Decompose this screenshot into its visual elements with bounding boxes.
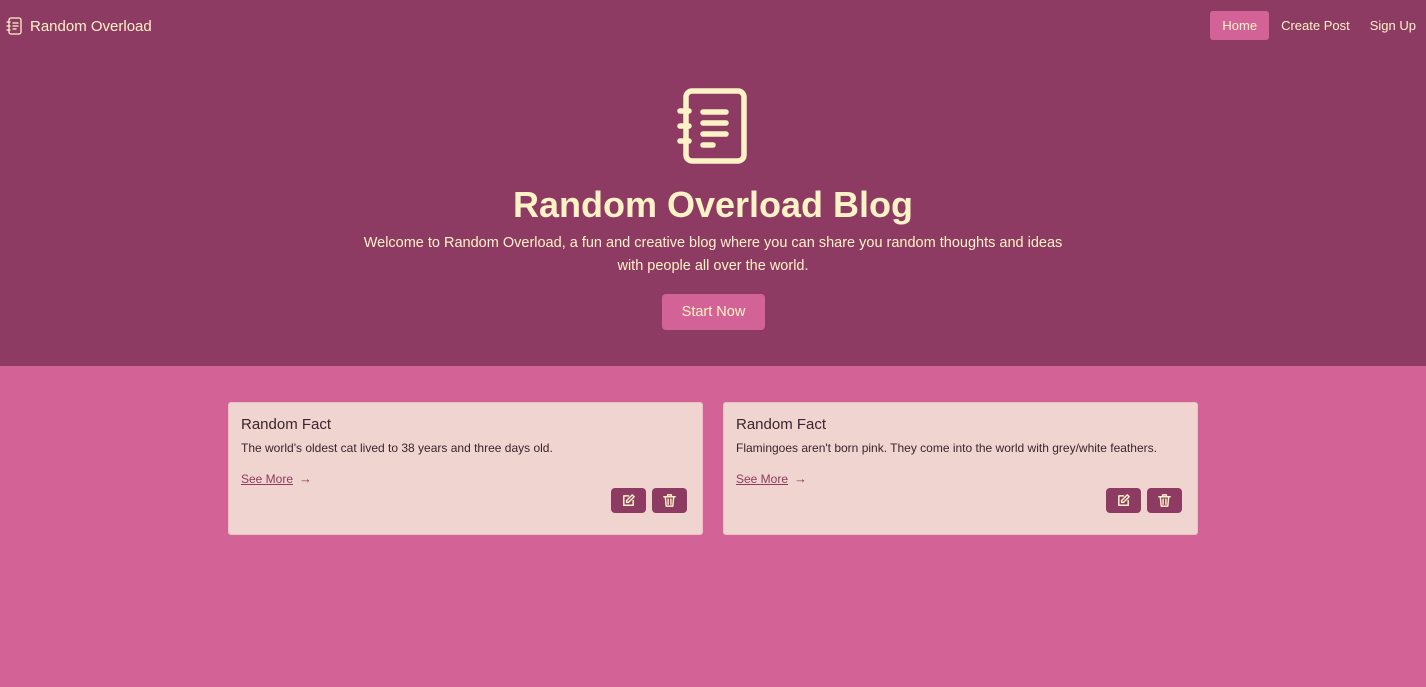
post-text: The world's oldest cat lived to 38 years…	[241, 441, 553, 455]
edit-button[interactable]	[611, 488, 646, 513]
page-title: Random Overload Blog	[512, 184, 914, 225]
hero-subtitle: Welcome to Random Overload, a fun and cr…	[363, 235, 1063, 274]
post-title: Random Fact	[736, 416, 827, 433]
trash-icon	[663, 494, 676, 507]
post-card: Random Fact Flamingoes aren't born pink.…	[723, 402, 1198, 535]
delete-button[interactable]	[652, 488, 687, 513]
edit-icon	[623, 494, 635, 506]
notebook-icon	[6, 17, 22, 35]
notebook-icon	[677, 88, 747, 164]
see-more-label: See More	[241, 471, 294, 486]
see-more-label: See More	[736, 471, 789, 486]
see-more-link[interactable]: See More →	[736, 471, 807, 486]
nav-sign-up[interactable]: Sign Up	[1360, 11, 1426, 40]
delete-button[interactable]	[1147, 488, 1182, 513]
brand-name: Random Overload	[30, 17, 152, 35]
post-card: Random Fact The world's oldest cat lived…	[228, 402, 703, 535]
trash-icon	[1158, 494, 1171, 507]
post-title: Random Fact	[241, 416, 332, 433]
start-now-button[interactable]: Start Now	[662, 294, 765, 330]
hero-section: Random Overload Home Create Post Sign Up…	[0, 0, 1426, 366]
brand-link[interactable]: Random Overload	[6, 14, 152, 38]
arrow-right-icon: →	[794, 471, 808, 486]
edit-icon	[1118, 494, 1130, 506]
arrow-right-icon: →	[299, 471, 313, 486]
nav-home[interactable]: Home	[1210, 11, 1270, 40]
nav-links: Home Create Post Sign Up	[1210, 11, 1426, 40]
post-text: Flamingoes aren't born pink. They come i…	[736, 441, 1157, 455]
nav-create-post[interactable]: Create Post	[1271, 11, 1360, 40]
see-more-link[interactable]: See More →	[241, 471, 312, 486]
edit-button[interactable]	[1106, 488, 1141, 513]
